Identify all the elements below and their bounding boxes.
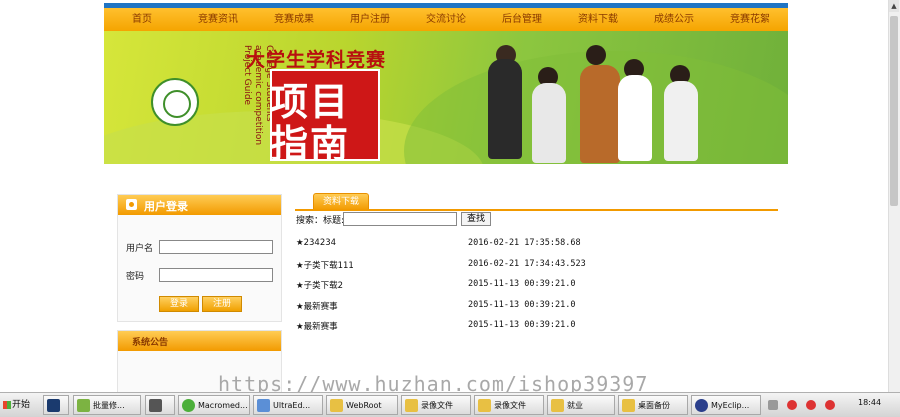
nav-item-gallery[interactable]: 竞赛花絮 bbox=[712, 8, 788, 31]
start-button[interactable]: 开始 bbox=[1, 395, 31, 415]
login-title: 用户登录 bbox=[144, 200, 188, 213]
student-figure bbox=[618, 75, 652, 161]
taskbar-item-label: Macromed... bbox=[198, 401, 248, 410]
tab-underline bbox=[295, 209, 778, 211]
taskbar-item[interactable] bbox=[145, 395, 175, 415]
download-time: 2016-02-21 17:35:58.68 bbox=[468, 238, 581, 248]
taskbar-item-label: 就业 bbox=[567, 401, 583, 410]
list-item: ★234234 2016-02-21 17:35:58.68 bbox=[296, 238, 696, 252]
qq-icon[interactable] bbox=[806, 400, 817, 410]
list-item: ★子类下载111 2016-02-21 17:34:43.523 bbox=[296, 259, 696, 273]
nav-item-home[interactable]: 首页 bbox=[104, 8, 180, 31]
login-button[interactable]: 登录 bbox=[159, 296, 199, 312]
banner-title: 大学生学科竞赛 bbox=[246, 49, 387, 71]
username-input[interactable] bbox=[159, 240, 273, 254]
myeclipse-icon bbox=[695, 399, 708, 412]
student-figure bbox=[664, 81, 698, 161]
nav-item-news[interactable]: 竞赛资讯 bbox=[180, 8, 256, 31]
login-panel-header: 用户登录 bbox=[118, 195, 281, 215]
taskbar-item-label: 录像文件 bbox=[494, 401, 526, 410]
password-label: 密码 bbox=[126, 272, 145, 282]
download-time: 2015-11-13 00:39:21.0 bbox=[468, 300, 576, 310]
search-input[interactable] bbox=[343, 212, 457, 226]
username-label: 用户名 bbox=[126, 244, 154, 254]
scroll-up-arrow-icon[interactable]: ▲ bbox=[889, 0, 899, 12]
folder-icon bbox=[405, 399, 418, 412]
dreamweaver-icon bbox=[182, 399, 195, 412]
windows-taskbar: 开始 批量修... Macromed... UltraEd... WebRoot… bbox=[0, 392, 900, 417]
list-item: ★最新赛事 2015-11-13 00:39:21.0 bbox=[296, 320, 696, 334]
download-time: 2015-11-13 00:39:21.0 bbox=[468, 320, 576, 330]
taskbar-item-label: 录像文件 bbox=[421, 401, 453, 410]
nav-item-register[interactable]: 用户注册 bbox=[332, 8, 408, 31]
student-figure bbox=[488, 59, 522, 159]
student-figure bbox=[532, 83, 566, 163]
start-label: 开始 bbox=[12, 400, 31, 410]
download-title-link[interactable]: ★234234 bbox=[296, 238, 336, 248]
taskbar-item[interactable]: 就业 bbox=[547, 395, 615, 415]
nav-item-admin[interactable]: 后台管理 bbox=[484, 8, 560, 31]
taskbar-item[interactable]: UltraEd... bbox=[253, 395, 323, 415]
list-item: ★最新赛事 2015-11-13 00:39:21.0 bbox=[296, 300, 696, 314]
taskbar-item-label: 桌面备份 bbox=[638, 401, 670, 410]
scrollbar-thumb[interactable] bbox=[890, 16, 898, 206]
browser-page: 首页 竞赛资讯 竞赛成果 用户注册 交流讨论 后台管理 资料下载 成绩公示 竞赛… bbox=[0, 0, 900, 392]
student-figure bbox=[586, 45, 606, 65]
photoshop-icon bbox=[47, 399, 60, 412]
list-item: ★子类下载2 2015-11-13 00:39:21.0 bbox=[296, 279, 696, 293]
student-figure bbox=[580, 65, 620, 163]
taskbar-item[interactable]: Macromed... bbox=[178, 395, 250, 415]
download-title-link[interactable]: ★最新赛事 bbox=[296, 320, 338, 332]
nav-item-results[interactable]: 竞赛成果 bbox=[256, 8, 332, 31]
qq-icon[interactable] bbox=[787, 400, 798, 410]
taskbar-item[interactable]: MyEclip... bbox=[691, 395, 761, 415]
terminal-icon bbox=[149, 399, 162, 412]
folder-icon bbox=[478, 399, 491, 412]
register-button[interactable]: 注册 bbox=[202, 296, 242, 312]
notice-panel-header: 系统公告 bbox=[118, 331, 281, 351]
download-title-link[interactable]: ★子类下载111 bbox=[296, 259, 354, 271]
taskbar-item[interactable]: 录像文件 bbox=[401, 395, 471, 415]
taskbar-photoshop[interactable] bbox=[43, 395, 69, 415]
qq-icon[interactable] bbox=[825, 400, 836, 410]
windows-flag-icon bbox=[3, 400, 11, 409]
user-icon bbox=[126, 199, 137, 210]
taskbar-item[interactable]: 批量修... bbox=[73, 395, 141, 415]
password-input[interactable] bbox=[159, 268, 273, 282]
tray-icon[interactable] bbox=[768, 400, 778, 410]
nav-item-downloads[interactable]: 资料下载 bbox=[560, 8, 636, 31]
search-label: 搜索：标题: bbox=[296, 216, 345, 226]
nav-item-scores[interactable]: 成绩公示 bbox=[636, 8, 712, 31]
main-nav: 首页 竞赛资讯 竞赛成果 用户注册 交流讨论 后台管理 资料下载 成绩公示 竞赛… bbox=[104, 8, 788, 31]
search-button[interactable]: 查找 bbox=[461, 212, 491, 226]
school-logo-icon bbox=[151, 78, 199, 126]
ultraedit-icon bbox=[257, 399, 270, 412]
taskbar-item-label: 批量修... bbox=[93, 401, 125, 410]
download-time: 2015-11-13 00:39:21.0 bbox=[468, 279, 576, 289]
download-time: 2016-02-21 17:34:43.523 bbox=[468, 259, 586, 269]
folder-icon bbox=[330, 399, 343, 412]
tab-downloads[interactable]: 资料下载 bbox=[313, 193, 369, 210]
folder-icon bbox=[551, 399, 564, 412]
nav-item-forum[interactable]: 交流讨论 bbox=[408, 8, 484, 31]
download-title-link[interactable]: ★子类下载2 bbox=[296, 279, 343, 291]
banner-big-text-2: 指南 bbox=[270, 121, 351, 164]
notice-title: 系统公告 bbox=[132, 338, 169, 348]
taskbar-item-label: WebRoot bbox=[346, 401, 382, 410]
taskbar-item-label: MyEclip... bbox=[711, 401, 750, 410]
hero-banner: College Students' academic competition P… bbox=[104, 31, 788, 164]
login-panel: 用户登录 用户名 密码 登录 注册 bbox=[117, 194, 282, 322]
android-icon bbox=[77, 399, 90, 412]
taskbar-item[interactable]: WebRoot bbox=[326, 395, 398, 415]
taskbar-clock: 18:44 bbox=[858, 398, 882, 407]
download-title-link[interactable]: ★最新赛事 bbox=[296, 300, 338, 312]
taskbar-item[interactable]: 桌面备份 bbox=[618, 395, 688, 415]
taskbar-item[interactable]: 录像文件 bbox=[474, 395, 544, 415]
taskbar-item-label: UltraEd... bbox=[273, 401, 311, 410]
folder-icon bbox=[622, 399, 635, 412]
